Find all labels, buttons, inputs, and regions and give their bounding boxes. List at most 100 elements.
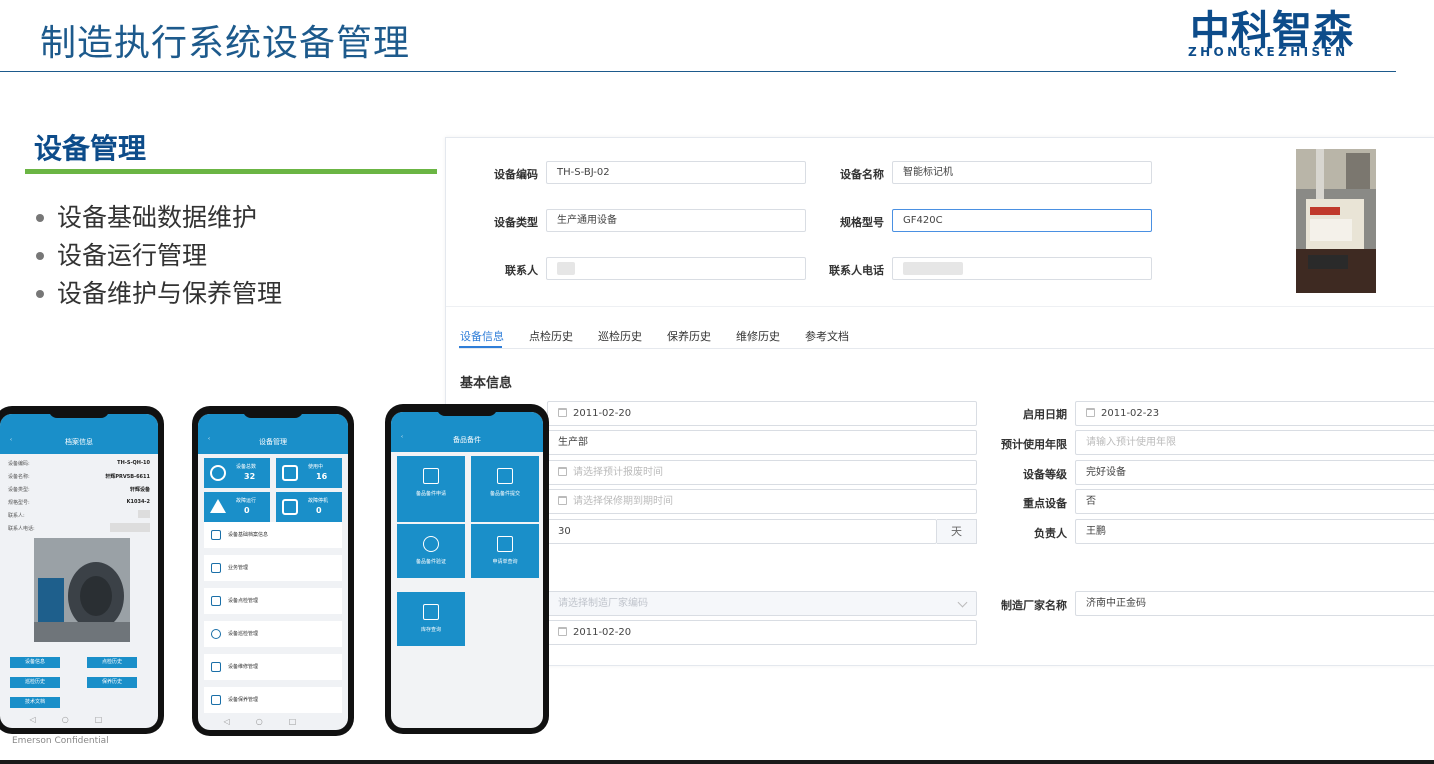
app-title: 档案信息: [65, 438, 93, 446]
device-grade-label: 设备等级: [1023, 468, 1067, 481]
play-circle-icon: [210, 465, 226, 481]
production-date-input[interactable]: 2011-02-20: [547, 620, 977, 645]
key-device-label: 重点设备: [1023, 497, 1067, 510]
manufacturer-code-select[interactable]: 请选择制造厂家编码: [547, 591, 977, 616]
tools-icon: [211, 662, 221, 672]
redacted-value: [110, 523, 150, 532]
calendar-icon: [558, 408, 567, 417]
back-icon[interactable]: ‹: [10, 437, 12, 443]
tab-repair-history[interactable]: 维修历史: [736, 328, 780, 344]
menu-item-patrol[interactable]: 设备巡检管理: [204, 621, 342, 647]
department-input[interactable]: 生产部: [547, 430, 977, 455]
model-input[interactable]: GF420C: [892, 209, 1152, 232]
manufacturer-name-input[interactable]: 济南中正金码: [1075, 591, 1434, 616]
section-heading: 设备管理: [34, 132, 147, 165]
section-underline: [25, 169, 437, 174]
check-history-button[interactable]: 点检历史: [87, 657, 137, 668]
stat-in-use[interactable]: 使用中 16: [276, 458, 342, 488]
device-code-input[interactable]: TH-S-BJ-02: [546, 161, 806, 184]
cycle-days-input[interactable]: 30: [547, 519, 937, 544]
bottom-bar: [0, 760, 1434, 764]
owner-label: 负责人: [1034, 527, 1067, 540]
bullet-list: 设备基础数据维护 设备运行管理 设备维护与保养管理: [36, 199, 282, 313]
scrap-date-input[interactable]: 请选择预计报废时间: [547, 460, 977, 485]
stat-total-devices[interactable]: 设备总数 32: [204, 458, 270, 488]
warranty-date-input[interactable]: 请选择保修期到期时间: [547, 489, 977, 514]
phone-spare-parts: 备品备件 ‹ 备品备件申请 备品备件提交 备品备件验证 申请单查询 库存查询: [385, 404, 549, 734]
tab-reference-docs[interactable]: 参考文档: [805, 328, 849, 344]
back-icon[interactable]: ‹: [208, 436, 210, 442]
expected-life-input[interactable]: 请输入预计使用年限: [1075, 430, 1434, 455]
menu-item-repair[interactable]: 设备维修管理: [204, 654, 342, 680]
menu-item-spot-check[interactable]: 设备点检管理: [204, 588, 342, 614]
tech-docs-button[interactable]: 技术文档: [10, 697, 60, 708]
phone-nav-bar[interactable]: ◁○□: [198, 717, 348, 726]
calendar-icon: [558, 467, 567, 476]
company-logo-subtitle: ZHONGKEZHISEN: [1188, 45, 1349, 59]
request-query-tile[interactable]: 申请单查询: [471, 524, 539, 578]
confidential-footer: Emerson Confidential: [12, 736, 109, 746]
device-info-button[interactable]: 设备信息: [10, 657, 60, 668]
tab-patrol-history[interactable]: 巡检历史: [598, 328, 642, 344]
maintenance-history-button[interactable]: 保养历史: [87, 677, 137, 688]
redacted-value: [557, 261, 575, 275]
stat-fault-running[interactable]: 故障运行 0: [204, 492, 270, 522]
model-label: 规格型号: [840, 216, 884, 229]
calendar-icon: [558, 627, 567, 636]
slide: 制造执行系统设备管理 中科智森 ZHONGKEZHISEN 设备管理 设备基础数…: [0, 0, 1434, 764]
spare-submit-tile[interactable]: 备品备件提交: [471, 456, 539, 522]
spare-apply-tile[interactable]: 备品备件申请: [397, 456, 465, 522]
redacted-value: [138, 510, 150, 518]
slide-title: 制造执行系统设备管理: [40, 23, 411, 64]
active-tab-indicator: [459, 346, 502, 348]
contact-input[interactable]: [546, 257, 806, 280]
back-icon[interactable]: ‹: [401, 434, 403, 440]
contact-phone-label: 联系人电话: [829, 264, 884, 277]
tab-device-info[interactable]: 设备信息: [460, 328, 504, 344]
edit-icon: [423, 468, 439, 484]
device-grade-select[interactable]: 完好设备: [1075, 460, 1434, 485]
tab-maintenance-history[interactable]: 保养历史: [667, 328, 711, 344]
basic-info-title: 基本信息: [460, 376, 513, 391]
contact-phone-input[interactable]: [892, 257, 1152, 280]
header-divider: [0, 71, 1396, 72]
upload-icon: [497, 468, 513, 484]
warning-icon: [210, 499, 226, 513]
bullet-dot-icon: [36, 290, 44, 298]
key-device-select[interactable]: 否: [1075, 489, 1434, 514]
contact-label: 联系人: [505, 264, 538, 277]
document-icon: [211, 530, 221, 540]
inventory-query-tile[interactable]: 库存查询: [397, 592, 465, 646]
purchase-date-input[interactable]: 2011-02-20: [547, 401, 977, 426]
redacted-value: [903, 261, 963, 275]
start-date-input[interactable]: 2011-02-23: [1075, 401, 1434, 426]
manufacturer-name-label: 制造厂家名称: [1001, 599, 1067, 612]
start-date-label: 启用日期: [1023, 408, 1067, 421]
menu-item-maintenance[interactable]: 设备保养管理: [204, 687, 342, 713]
device-name-input[interactable]: 智能标记机: [892, 161, 1152, 184]
patrol-history-button[interactable]: 巡检历史: [10, 677, 60, 688]
app-title: 设备管理: [259, 438, 287, 446]
owner-input[interactable]: 王鹏: [1075, 519, 1434, 544]
device-type-label: 设备类型: [494, 216, 538, 229]
book-icon: [211, 596, 221, 606]
app-title: 备品备件: [453, 436, 481, 444]
calendar-icon: [1086, 408, 1095, 417]
archive-icon: [423, 604, 439, 620]
patrol-icon: [211, 629, 221, 639]
desktop-ui-panel: 设备编码 TH-S-BJ-02 设备名称 智能标记机 设备类型 生产通用设备 规…: [445, 137, 1434, 666]
device-code-label: 设备编码: [494, 168, 538, 181]
stat-fault-stopped[interactable]: 故障停机 0: [276, 492, 342, 522]
tab-check-history[interactable]: 点检历史: [529, 328, 573, 344]
bullet-item: 设备基础数据维护: [36, 199, 282, 237]
tab-bar-rule: [459, 348, 1434, 349]
menu-item-business[interactable]: 业务管理: [204, 555, 342, 581]
menu-item-device-archive[interactable]: 设备基础档案信息: [204, 522, 342, 548]
stop-icon: [282, 465, 298, 481]
spare-verify-tile[interactable]: 备品备件验证: [397, 524, 465, 578]
app-header: [391, 412, 543, 452]
phone-nav-bar[interactable]: ◁○□: [0, 715, 158, 724]
device-type-input[interactable]: 生产通用设备: [546, 209, 806, 232]
device-photo: [1296, 149, 1376, 293]
expected-life-label: 预计使用年限: [1001, 438, 1067, 451]
